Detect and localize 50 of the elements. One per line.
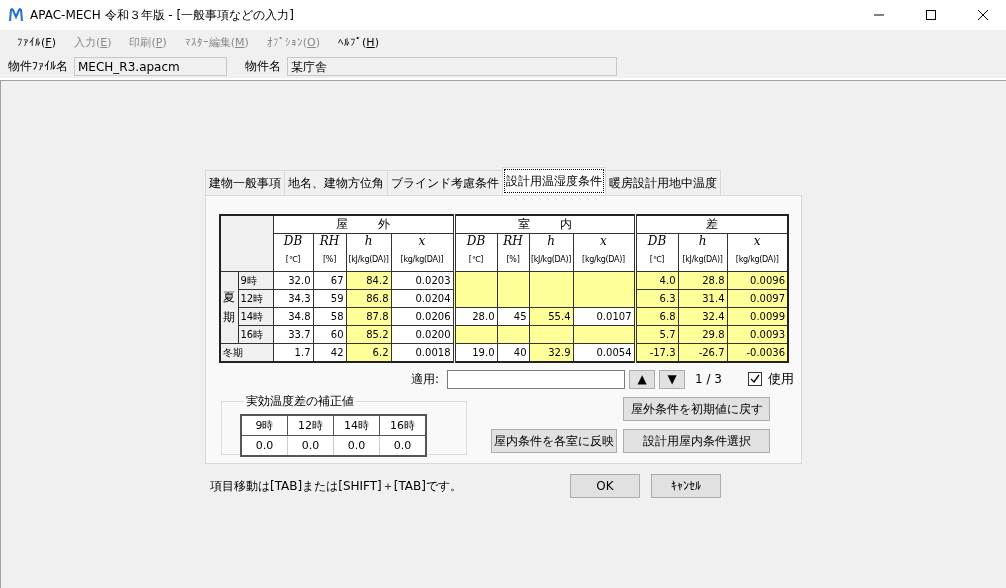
hint-text: 項目移動は[TAB]または[SHIFT]＋[TAB]です。 — [210, 477, 463, 495]
table-cell[interactable]: 19.0 — [454, 343, 497, 362]
tab[interactable]: 暖房設計用地中温度 — [605, 170, 721, 195]
table-cell[interactable]: 45 — [497, 307, 529, 326]
maximize-icon[interactable] — [926, 10, 936, 20]
table-corner — [220, 215, 273, 272]
field-label: 物件名 — [245, 57, 281, 75]
field-value: MECH_R3.apacm — [74, 56, 227, 76]
window-title: APAC-MECH 令和３年版 - [一般事項などの入力] — [30, 6, 295, 24]
column-header: 9時 — [241, 415, 288, 436]
tab[interactable]: 設計用温湿度条件 — [502, 167, 606, 195]
close-icon[interactable] — [978, 10, 988, 20]
column-header: h [kJ/kg(DA)] — [346, 233, 391, 272]
table-cell[interactable]: 40 — [497, 343, 529, 362]
group-header: 屋外 — [273, 215, 454, 234]
table-cell[interactable]: 0.0054 — [573, 343, 635, 362]
column-header: DB [℃] — [273, 233, 313, 272]
apply-rooms-button[interactable]: 屋内条件を各室に反映 — [491, 429, 617, 453]
field-value: 某庁舎 — [287, 56, 617, 76]
row-header: 夏期 — [220, 271, 238, 344]
column-header: DB [℃] — [635, 233, 678, 272]
reset-outdoor-button[interactable]: 屋外条件を初期値に戻す — [623, 397, 770, 421]
use-label: 使用 — [768, 370, 794, 388]
menu-item[interactable]: ﾌｧｲﾙ(F) — [8, 35, 65, 49]
ok-button[interactable]: OK — [570, 474, 640, 498]
down-button[interactable]: ▼ — [659, 369, 686, 389]
apply-field[interactable] — [447, 369, 626, 389]
column-header: 12時 — [287, 415, 334, 436]
use-checkbox[interactable] — [748, 372, 762, 386]
column-header: DB [℃] — [454, 233, 497, 272]
menu-item[interactable]: ﾍﾙﾌﾟ(H) — [329, 35, 388, 49]
tab[interactable]: 建物一般事項 — [205, 170, 285, 195]
app-logo-icon — [8, 7, 24, 23]
up-button[interactable]: ▲ — [629, 369, 656, 389]
column-header: x [kg/kg(DA)] — [573, 233, 635, 272]
apply-label: 適用: — [411, 370, 440, 388]
cancel-button[interactable]: ｷｬﾝｾﾙ — [651, 474, 721, 498]
column-header: x [kg/kg(DA)] — [727, 233, 788, 272]
table-cell[interactable]: 0.0107 — [573, 307, 635, 326]
table-cell[interactable]: 55.4 — [529, 307, 573, 326]
group-title: 実効温度差の補正値 — [245, 393, 355, 410]
table-cell[interactable]: 32.9 — [529, 343, 573, 362]
table-cell[interactable]: 28.0 — [454, 307, 497, 326]
column-header: 14時 — [333, 415, 380, 436]
column-header: h [kJ/kg(DA)] — [529, 233, 573, 272]
column-header: h [kJ/kg(DA)] — [678, 233, 727, 272]
select-indoor-button[interactable]: 設計用屋内条件選択 — [623, 429, 770, 453]
field-label: 物件ﾌｧｲﾙ名 — [8, 57, 68, 75]
page-count: 1 / 3 — [695, 372, 722, 386]
column-header: 16時 — [379, 415, 426, 436]
